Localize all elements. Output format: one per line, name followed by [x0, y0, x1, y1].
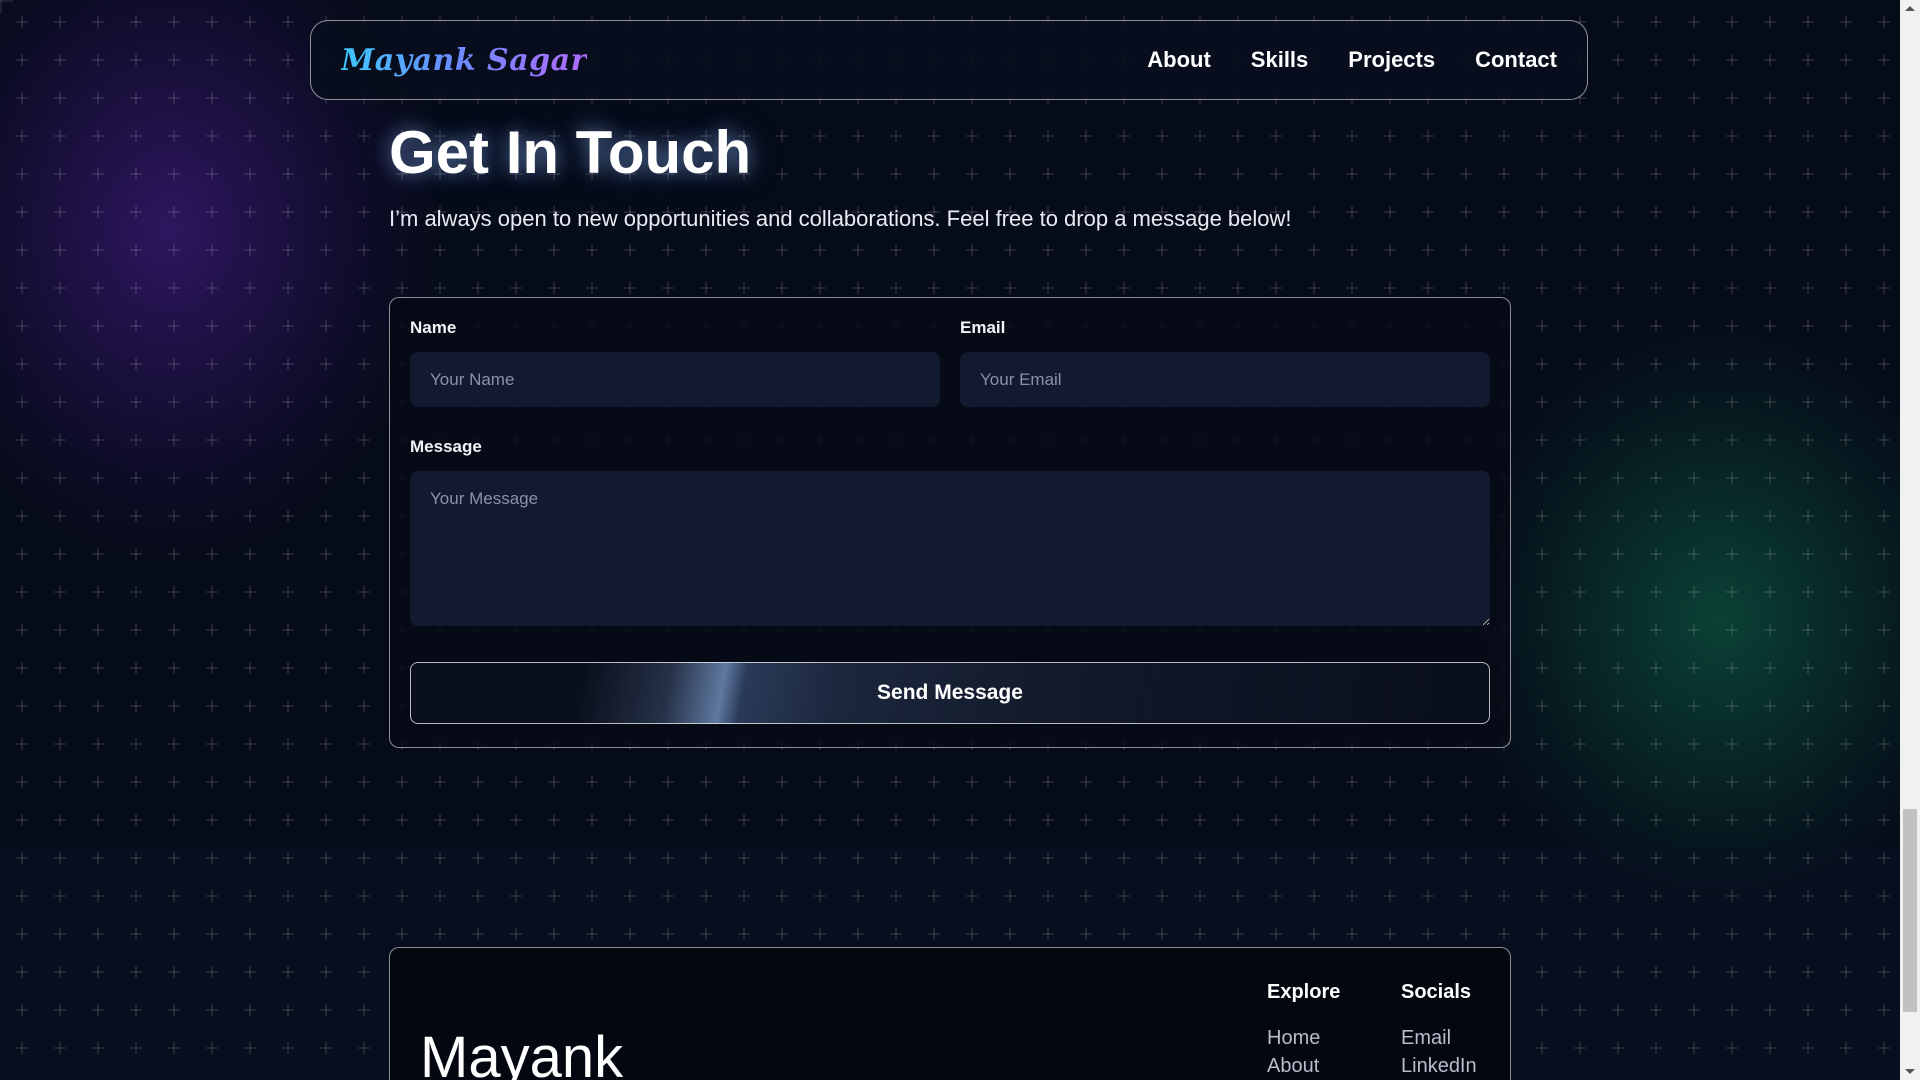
nav-link-projects[interactable]: Projects — [1348, 47, 1435, 73]
contact-form: Name Email Message Send Message — [389, 297, 1511, 748]
page-title: Get In Touch — [389, 119, 752, 186]
logo[interactable]: Mayank Sagar — [341, 43, 587, 78]
footer-socials-column: Socials Email LinkedIn — [1401, 981, 1477, 1080]
name-field-group: Name — [410, 318, 940, 407]
nav-link-skills[interactable]: Skills — [1251, 47, 1308, 73]
email-label: Email — [960, 318, 1006, 337]
scrollbar-thumb[interactable] — [1903, 809, 1917, 1012]
navbar: Mayank Sagar About Skills Projects Conta… — [310, 20, 1588, 100]
message-textarea[interactable] — [410, 471, 1490, 626]
footer-explore-column: Explore Home About — [1267, 981, 1340, 1080]
name-input[interactable] — [410, 352, 940, 407]
nav-links: About Skills Projects Contact — [1147, 47, 1557, 73]
page: Mayank Sagar About Skills Projects Conta… — [0, 0, 1920, 1080]
send-message-button[interactable]: Send Message — [410, 662, 1490, 724]
nav-link-about[interactable]: About — [1147, 47, 1211, 73]
footer-socials-heading: Socials — [1401, 981, 1472, 1003]
footer-link-home[interactable]: Home — [1267, 1026, 1340, 1050]
footer-explore-heading: Explore — [1267, 981, 1341, 1003]
email-input[interactable] — [960, 352, 1490, 407]
message-label: Message — [410, 437, 482, 456]
footer-link-linkedin[interactable]: LinkedIn — [1401, 1054, 1477, 1078]
message-field-group: Message — [410, 437, 1490, 626]
email-field-group: Email — [960, 318, 1490, 407]
page-subtitle: I’m always open to new opportunities and… — [389, 206, 1292, 231]
footer-link-email[interactable]: Email — [1401, 1026, 1477, 1050]
form-row-name-email: Name Email — [410, 318, 1490, 407]
footer-name: Mayank — [420, 1025, 624, 1080]
footer: Mayank Explore Home About Socials Email … — [389, 947, 1511, 1080]
nav-link-contact[interactable]: Contact — [1475, 47, 1557, 73]
scroll-down-arrow-icon[interactable] — [1905, 1069, 1915, 1074]
footer-link-about[interactable]: About — [1267, 1054, 1340, 1078]
name-label: Name — [410, 318, 457, 337]
scroll-up-arrow-icon[interactable] — [1905, 6, 1915, 11]
vertical-scrollbar[interactable] — [1900, 0, 1920, 1080]
